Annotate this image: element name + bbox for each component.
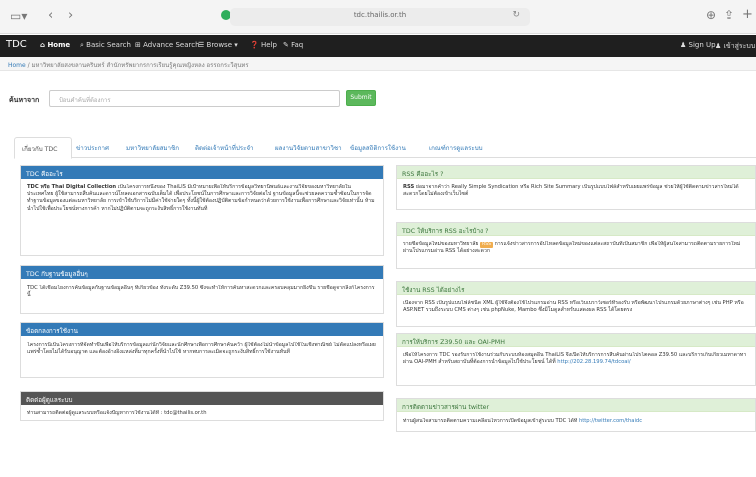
tab-research[interactable]: ผลงานวิจัยตามสาขาวิชา	[275, 137, 342, 158]
contact-admin-panel: ติดต่อผู้ดูแลระบบ ท่านสามารถติดต่อผู้ดูแ…	[20, 391, 384, 421]
nav-faq[interactable]: ✎ Faq	[283, 41, 303, 49]
panel-lead: รายชื่อข้อมูลใหม่ของมหาวิทยาลัย	[403, 241, 479, 247]
rss-what-panel: RSS คืออะไร ? RSS ย่อมาจากคำว่า Really S…	[396, 165, 756, 210]
panel-title: การให้บริการ Z39.50 และ OAI-PMH	[397, 334, 755, 347]
panel-title: ข้อตกลงการใช้งาน	[21, 323, 383, 336]
tab-statistics[interactable]: ข้อมูลสถิติการใช้งาน	[350, 137, 406, 158]
info-tabs: เกี่ยวกับ TDC ข่าวประกาศ มหาวิทยาลัยสมาช…	[14, 137, 756, 159]
tab-about[interactable]: เกี่ยวกับ TDC	[14, 137, 72, 159]
nav-home-label: Home	[47, 41, 71, 49]
nav-login-label: เข้าสู่ระบบ	[723, 42, 756, 50]
download-icon[interactable]: ⊕	[706, 8, 716, 22]
nav-advance-search[interactable]: ⊞ Advance Search	[135, 41, 200, 49]
z3950-panel: การให้บริการ Z39.50 และ OAI-PMH เพื่อให้…	[396, 333, 756, 386]
home-icon: ⌂	[40, 41, 46, 49]
panel-body: ท่านสามารถติดต่อผู้ดูแลระบบหรือแจ้งปัญหา…	[27, 410, 207, 416]
panel-title: TDC กับฐานข้อมูลอื่นๆ	[21, 266, 383, 279]
twitter-link[interactable]: http://twitter.com/thaidc	[579, 418, 642, 424]
help-icon: ❓	[250, 41, 259, 49]
oai-link[interactable]: http://202.28.199.74/tdcoai/	[557, 359, 630, 365]
panel-title: ใช้งาน RSS ได้อย่างไร	[397, 282, 755, 295]
address-bar[interactable]: tdc.thailis.or.th ↻	[230, 8, 530, 26]
reload-icon[interactable]: ↻	[512, 10, 520, 20]
panel-title: การติดตามข่าวสารผ่าน twitter	[397, 399, 755, 412]
search-input[interactable]: ป้อนคำค้นที่ต้องการ	[49, 90, 340, 107]
panel-title: TDC ให้บริการ RSS อะไรบ้าง ?	[397, 223, 755, 236]
nav-home[interactable]: ⌂ Home	[40, 41, 70, 49]
panel-body: รายชื่อข้อมูลใหม่ของมหาวิทยาลัย RSS การแ…	[403, 241, 749, 266]
panel-body: TDC หรือ Thai Digital Collection เป็นโคร…	[27, 184, 377, 252]
site-navbar: TDC ⌂ Home ⌕ Basic Search ⊞ Advance Sear…	[0, 35, 756, 57]
nav-help-label: Help	[260, 41, 277, 49]
nav-signup-label: Sign Up	[688, 41, 716, 49]
nav-basic-search[interactable]: ⌕ Basic Search	[80, 41, 131, 50]
nav-help[interactable]: ❓ Help	[250, 41, 277, 49]
rss-services-panel: TDC ให้บริการ RSS อะไรบ้าง ? รายชื่อข้อม…	[396, 222, 756, 269]
brand-logo[interactable]: TDC	[6, 39, 27, 50]
advanced-search-icon: ⊞	[135, 41, 141, 49]
panel-text: ย่อมาจากคำว่า Really Simple Syndication …	[403, 184, 739, 198]
panel-body: เพื่อให้โครงการ TDC รองรับการใช้งานร่วมก…	[403, 352, 749, 383]
panel-body: RSS ย่อมาจากคำว่า Really Simple Syndicat…	[403, 184, 749, 207]
share-icon[interactable]: ⇪	[724, 8, 734, 22]
tab-news[interactable]: ข่าวประกาศ	[76, 137, 109, 158]
nav-browse[interactable]: ☰ Browse ▾	[198, 41, 238, 49]
search-label: ค้นหาจาก	[9, 96, 40, 104]
panel-lead: RSS	[403, 184, 415, 190]
panel-body: TDC ได้เชื่อมโยงการค้นข้อมูลกับฐานข้อมูล…	[27, 285, 375, 299]
login-icon: ♟	[715, 42, 722, 50]
panel-lead: TDC หรือ Thai Digital Collection	[27, 184, 117, 190]
back-icon[interactable]: ‹	[48, 8, 53, 23]
panel-title: ติดต่อผู้ดูแลระบบ	[21, 392, 383, 405]
about-tdc-panel: TDC คืออะไร TDC หรือ Thai Digital Collec…	[20, 165, 384, 256]
terms-of-use-panel: ข้อตกลงการใช้งาน โครงการนี้เป็นโครงการที…	[20, 322, 384, 378]
new-tab-icon[interactable]: +	[742, 7, 753, 22]
faq-icon: ✎	[283, 41, 289, 49]
nav-login[interactable]: ♟ เข้าสู่ระบบ	[715, 41, 755, 52]
panel-body: เนื่องจาก RSS เป็นรูปแบบไฟล์ชนิด XML ผู้…	[403, 300, 744, 314]
url-text: tdc.thailis.or.th	[353, 11, 407, 19]
search-bar: ค้นหาจาก ป้อนคำค้นที่ต้องการ Submit	[0, 86, 756, 116]
nav-faq-label: Faq	[291, 41, 304, 49]
panel-body: ท่านผู้สนใจสามารถติดตามความเคลื่อนไหวการ…	[403, 418, 749, 429]
panel-body: โครงการนี้เป็นโครงการที่จัดทำขึ้นเพื่อให…	[27, 342, 376, 356]
sidebar-icon[interactable]: ▭▾	[10, 9, 27, 23]
browse-icon: ☰	[198, 41, 205, 49]
nav-signup[interactable]: ♟ Sign Up	[680, 41, 716, 49]
search-icon: ⌕	[80, 41, 84, 49]
browser-toolbar: ▭▾ ‹ › tdc.thailis.or.th ↻ ⊕ ⇪ +	[0, 0, 756, 34]
panel-title: RSS คืออะไร ?	[397, 166, 755, 179]
tdc-other-db-panel: TDC กับฐานข้อมูลอื่นๆ TDC ได้เชื่อมโยงกา…	[20, 265, 384, 314]
rss-howto-panel: ใช้งาน RSS ได้อย่างไร เนื่องจาก RSS เป็น…	[396, 281, 756, 327]
tab-contact[interactable]: ติดต่อเจ้าหน้าที่ประจำ	[195, 137, 254, 158]
panel-title: TDC คืออะไร	[21, 166, 383, 179]
nav-browse-label: Browse	[206, 41, 233, 49]
breadcrumb-home[interactable]: Home	[8, 62, 26, 69]
tab-criteria[interactable]: เกณฑ์การดูแลระบบ	[429, 137, 483, 158]
breadcrumb-current: / มหาวิทยาลัยสงขลานครินทร์ สำนักทรัพยากร…	[27, 62, 249, 69]
chevron-down-icon: ▾	[234, 41, 238, 49]
forward-icon[interactable]: ›	[68, 8, 73, 23]
nav-advance-search-label: Advance Search	[143, 41, 200, 49]
submit-button[interactable]: Submit	[346, 90, 376, 106]
tab-members[interactable]: มหาวิทยาลัยสมาชิก	[126, 137, 179, 158]
nav-basic-search-label: Basic Search	[86, 41, 131, 49]
user-icon: ♟	[680, 41, 687, 49]
panel-text: ท่านผู้สนใจสามารถติดตามความเคลื่อนไหวการ…	[403, 418, 579, 424]
breadcrumb: Home / มหาวิทยาลัยสงขลานครินทร์ สำนักทรั…	[0, 57, 756, 71]
twitter-panel: การติดตามข่าวสารผ่าน twitter ท่านผู้สนใจ…	[396, 398, 756, 432]
